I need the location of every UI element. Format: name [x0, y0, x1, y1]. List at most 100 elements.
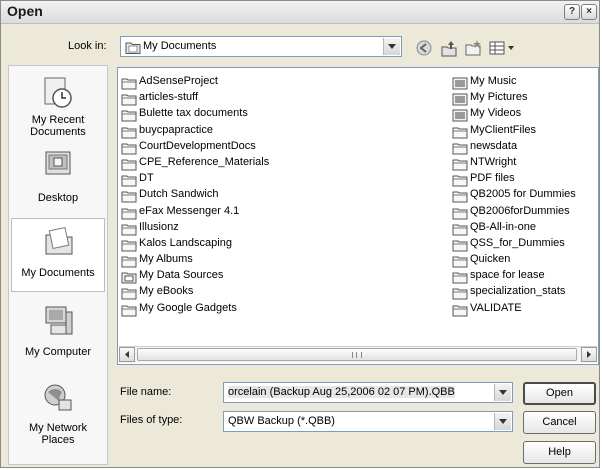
- file-list-item[interactable]: QB-All-in-one: [452, 219, 597, 236]
- file-list-item[interactable]: My Videos: [452, 105, 597, 122]
- file-column-right: My Music My Pictures My Videos MyClientFile…: [452, 73, 597, 317]
- file-list-item-label: Quicken: [470, 253, 511, 266]
- file-list-item[interactable]: Quicken: [452, 251, 597, 268]
- file-list-item-label: My Albums: [139, 253, 193, 266]
- open-button[interactable]: Open: [523, 382, 596, 405]
- file-type-value: QBW Backup (*.QBB): [228, 415, 335, 427]
- file-list-item[interactable]: PDF files: [452, 170, 597, 187]
- network-places-icon: [44, 384, 72, 411]
- desktop-icon: [45, 151, 71, 175]
- file-list-item[interactable]: MyClientFiles: [452, 122, 597, 139]
- file-list-item[interactable]: VALIDATE: [452, 300, 597, 317]
- places-bar: My Recent Documents Desktop My Documents: [8, 65, 108, 465]
- file-list-item[interactable]: QB2006forDummies: [452, 203, 597, 219]
- file-list-item-label: QSS_for_Dummies: [470, 236, 565, 249]
- file-list-item[interactable]: Bulette tax documents: [121, 105, 441, 122]
- dialog-title: Open: [7, 3, 43, 19]
- place-label: Desktop: [37, 192, 79, 204]
- file-list-item-label: articles-stuff: [139, 91, 199, 104]
- file-list-item-label: PDF files: [470, 172, 515, 185]
- file-list-item-label: Illusionz: [139, 220, 179, 233]
- file-list-item[interactable]: Kalos Landscaping: [121, 235, 441, 252]
- file-list-item-label: Bulette tax documents: [139, 107, 248, 120]
- file-name-value: orcelain (Backup Aug 25,2006 02 07 PM).Q…: [228, 386, 455, 398]
- file-list-item[interactable]: QSS_for_Dummies: [452, 235, 597, 252]
- up-folder-icon[interactable]: [440, 39, 458, 57]
- file-list-item-label: newsdata: [470, 139, 518, 152]
- file-list-item-label: My Data Sources: [139, 269, 224, 282]
- file-list-item[interactable]: My Pictures: [452, 89, 597, 106]
- file-list-item-label: CPE_Reference_Materials: [139, 155, 270, 168]
- file-type-select[interactable]: QBW Backup (*.QBB): [223, 411, 513, 432]
- place-my-network-places[interactable]: My Network Places: [11, 376, 105, 458]
- look-in-label: Look in:: [68, 40, 107, 52]
- file-list-item[interactable]: QB2005 for Dummies: [452, 186, 597, 203]
- place-my-documents[interactable]: My Documents: [11, 218, 105, 292]
- file-list-item[interactable]: My eBooks: [121, 283, 441, 300]
- file-list-item[interactable]: AdSenseProject: [121, 73, 441, 90]
- place-label: My Recent Documents: [30, 114, 86, 138]
- scroll-right-button[interactable]: [581, 347, 597, 362]
- file-list-item[interactable]: My Albums: [121, 251, 441, 268]
- horizontal-scrollbar[interactable]: [119, 346, 597, 363]
- file-list-item-label: My Videos: [470, 107, 522, 120]
- file-list-item-label: QB2006forDummies: [470, 204, 570, 217]
- file-list-item-label: QB2005 for Dummies: [470, 188, 576, 201]
- file-list-item[interactable]: buycpapractice: [121, 122, 441, 139]
- place-my-computer[interactable]: My Computer: [11, 298, 105, 372]
- close-icon[interactable]: ×: [581, 4, 597, 20]
- recent-documents-icon: [44, 77, 72, 108]
- look-in-dropdown[interactable]: My Documents: [120, 36, 402, 57]
- file-list-item[interactable]: Dutch Sandwich: [121, 186, 441, 203]
- my-documents-small-icon: [125, 42, 141, 54]
- place-label: My Computer: [24, 346, 92, 358]
- file-list-item[interactable]: articles-stuff: [121, 89, 441, 106]
- file-list-item[interactable]: specialization_stats: [452, 283, 597, 300]
- file-list-item-label: Kalos Landscaping: [139, 236, 232, 249]
- my-documents-icon: [45, 226, 73, 255]
- file-list-item[interactable]: My Data Sources: [121, 267, 441, 284]
- file-list-item[interactable]: CPE_Reference_Materials: [121, 154, 441, 171]
- scrollbar-thumb[interactable]: [137, 348, 577, 361]
- place-label: My Documents: [21, 267, 95, 279]
- file-list-item[interactable]: CourtDevelopmentDocs: [121, 138, 441, 155]
- file-list-item-label: DT: [139, 172, 154, 185]
- file-name-label: File name:: [120, 386, 172, 398]
- file-list-item-label: My Music: [470, 75, 517, 87]
- help-button[interactable]: Help: [523, 441, 596, 464]
- scroll-left-button[interactable]: [119, 347, 135, 362]
- place-desktop[interactable]: Desktop: [11, 142, 105, 216]
- cancel-button[interactable]: Cancel: [523, 411, 596, 434]
- back-icon[interactable]: [415, 39, 433, 57]
- file-list-item[interactable]: Illusionz: [121, 219, 441, 236]
- file-list-item-label: QB-All-in-one: [470, 220, 537, 233]
- place-label: My Network Places: [28, 422, 88, 446]
- file-list-item-label: My eBooks: [139, 285, 194, 298]
- new-folder-icon[interactable]: [464, 39, 482, 57]
- help-icon[interactable]: ?: [564, 4, 580, 20]
- place-recent-documents[interactable]: My Recent Documents: [11, 70, 105, 144]
- file-list-item[interactable]: My Google Gadgets: [121, 300, 441, 317]
- file-list-item[interactable]: My Music: [452, 73, 597, 90]
- file-list-item-label: NTWright: [470, 155, 517, 168]
- file-list-item-label: Dutch Sandwich: [139, 188, 219, 201]
- title-bar[interactable]: Open ? ×: [1, 1, 599, 24]
- file-list-item-label: specialization_stats: [470, 285, 566, 298]
- file-list[interactable]: AdSenseProject articles-stuff Bulette tax …: [117, 67, 599, 365]
- file-list-item[interactable]: newsdata: [452, 138, 597, 155]
- file-column-left: AdSenseProject articles-stuff Bulette tax …: [121, 73, 441, 317]
- view-menu-icon[interactable]: [488, 39, 522, 57]
- file-list-item[interactable]: eFax Messenger 4.1: [121, 203, 441, 219]
- file-list-item[interactable]: DT: [121, 170, 441, 187]
- file-name-field[interactable]: orcelain (Backup Aug 25,2006 02 07 PM).Q…: [223, 382, 513, 403]
- chevron-down-icon[interactable]: [494, 413, 511, 430]
- chevron-down-icon[interactable]: [494, 384, 511, 401]
- file-list-item[interactable]: space for lease: [452, 267, 597, 284]
- chevron-down-icon[interactable]: [383, 38, 400, 55]
- look-in-value: My Documents: [143, 40, 217, 52]
- file-list-item-label: VALIDATE: [470, 301, 522, 314]
- file-list-item-label: My Google Gadgets: [139, 301, 237, 314]
- file-list-item-label: space for lease: [470, 269, 545, 282]
- file-list-item-label: buycpapractice: [139, 123, 213, 136]
- file-list-item[interactable]: NTWright: [452, 154, 597, 171]
